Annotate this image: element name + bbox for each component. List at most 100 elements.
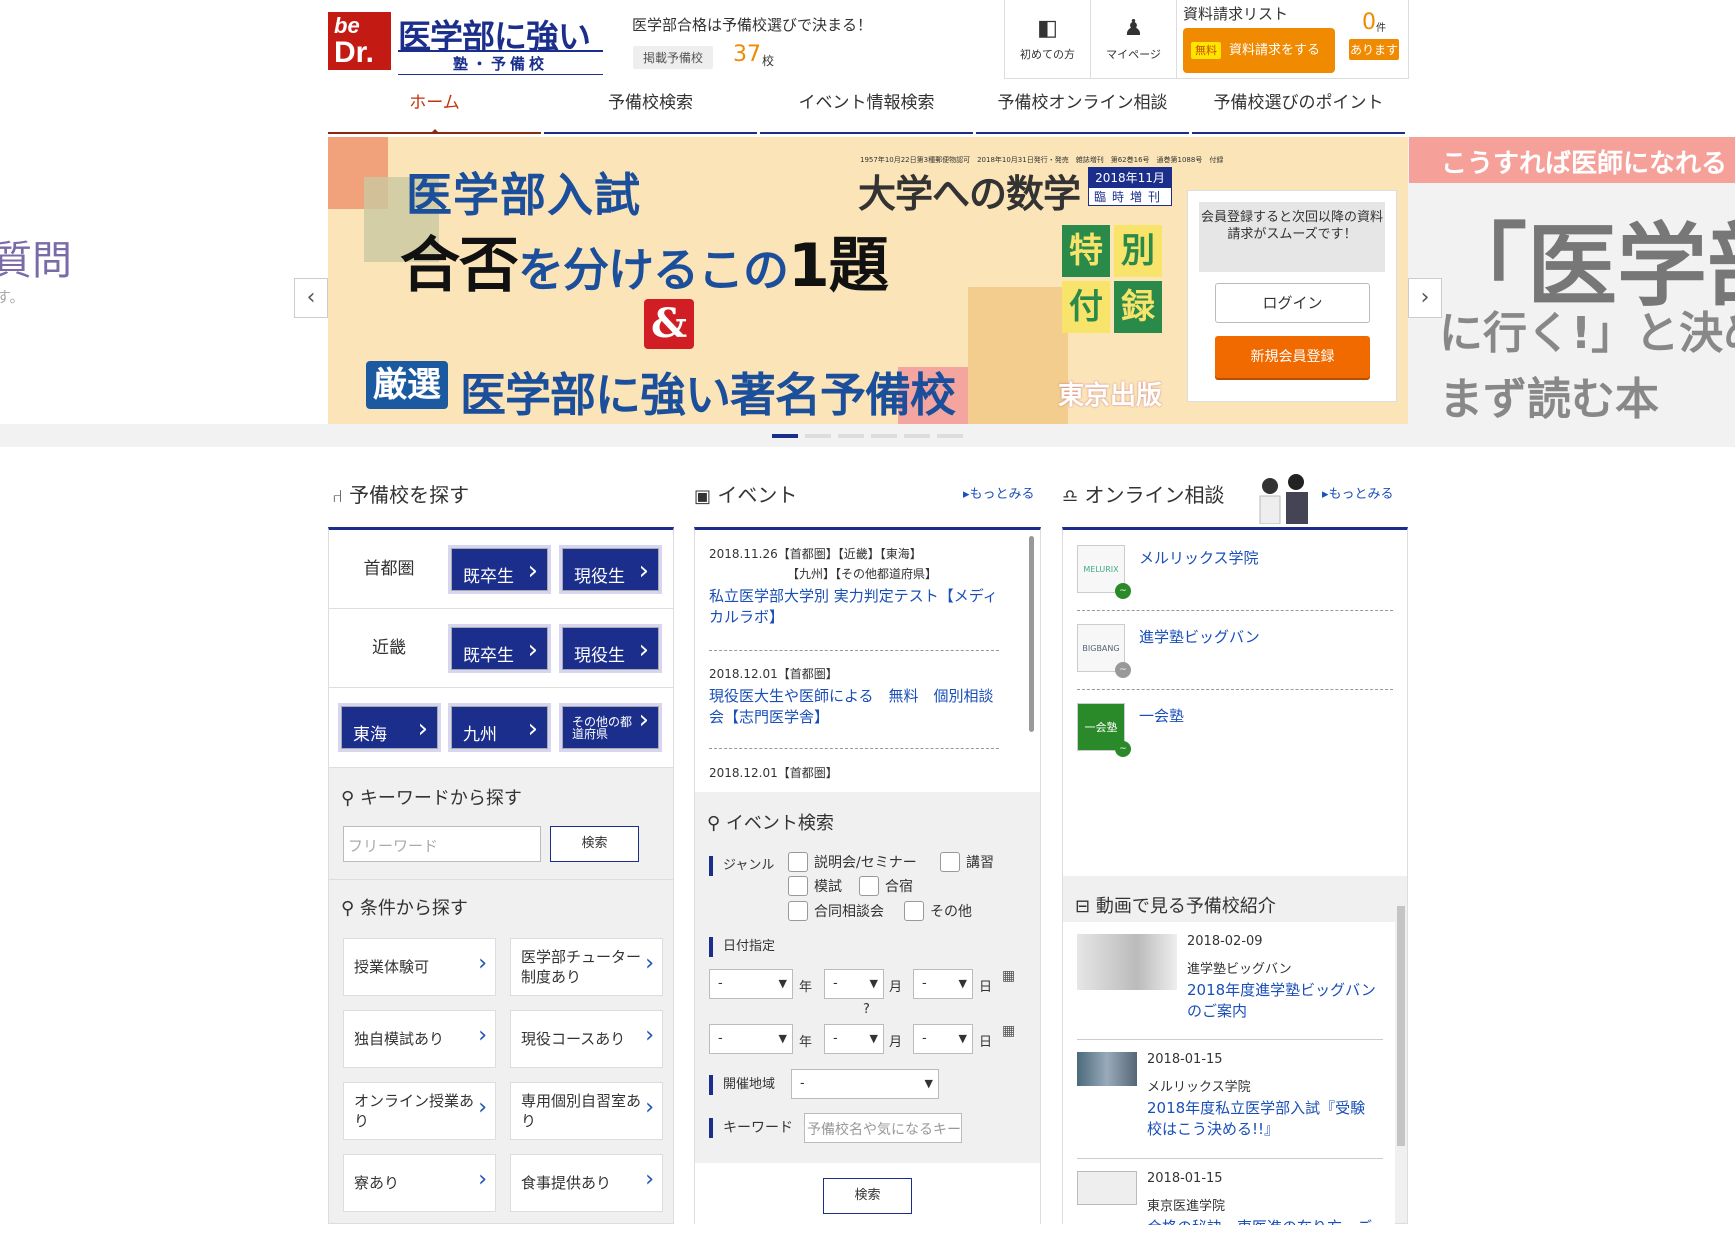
keyword-input[interactable]: フリーワード xyxy=(343,826,541,862)
condition-search-heading: ⚲ 条件から探す xyxy=(341,898,468,919)
day-unit: 日 xyxy=(979,1035,993,1050)
video-scrollbar[interactable] xyxy=(1395,892,1405,1212)
genre-camp-checkbox[interactable]: 合宿 xyxy=(859,876,913,896)
scrollbar-thumb[interactable] xyxy=(1397,906,1405,1146)
nav-school-search[interactable]: 予備校検索 xyxy=(544,84,757,134)
event-search-button[interactable]: 検索 xyxy=(823,1178,912,1214)
event-item[interactable]: 2018.12.01【首都圏】 xyxy=(709,763,999,783)
video-item[interactable]: 2018-02-09 進学塾ビッグバン 2018年度進学塾ビッグバンのご案内 xyxy=(1077,934,1383,1040)
request-count-number: 0 xyxy=(1362,10,1376,35)
mypage-button[interactable]: ♟ マイページ xyxy=(1091,0,1177,79)
video-list: 2018-02-09 進学塾ビッグバン 2018年度進学塾ビッグバンのご案内 2… xyxy=(1063,922,1395,1225)
event-title[interactable]: 私立医学部大学別 実力判定テスト【メディカルラボ】 xyxy=(709,586,999,628)
genre-course-checkbox[interactable]: 講習 xyxy=(940,852,994,872)
video-item[interactable]: 2018-01-15 メルリックス学院 2018年度私立医学部入試『受験校はこう… xyxy=(1077,1052,1383,1159)
carousel-dot[interactable] xyxy=(871,434,897,438)
video-title[interactable]: 2018年度私立医学部入試『受験校はこう決める!!』 xyxy=(1147,1098,1377,1140)
school-count-unit: 校 xyxy=(762,54,775,68)
nav-online-consult[interactable]: 予備校オンライン相談 xyxy=(976,84,1189,134)
online-heading: ♎ オンライン相談 xyxy=(1062,479,1225,508)
event-meta: 2018.12.01【首都圏】 xyxy=(709,766,838,780)
event-item[interactable]: 2018.11.26【首都圏】【近畿】【東海】 【九州】【その他都道府県】 私立… xyxy=(709,544,999,628)
staff-illustration xyxy=(1259,474,1308,525)
banner-headline-2: 合否を分けるこの1題 xyxy=(400,231,889,301)
consult-list: MELURIX ~ メルリックス学院 BIGBANG ~ 進学塾ビッグバン 一会… xyxy=(1063,530,1407,876)
carousel-dot[interactable] xyxy=(838,434,864,438)
hero-next-slide[interactable]: こうすれば医師になれる 「医学部 に行く!」と決め まず読む本 xyxy=(1409,137,1735,424)
genre-seminar-checkbox[interactable]: 説明会/セミナー xyxy=(788,852,917,872)
condition-current-course[interactable]: 現役コースあり xyxy=(510,1010,663,1068)
keyword-search-button[interactable]: 検索 xyxy=(550,826,639,862)
region-other-button[interactable]: その他の都道府県 xyxy=(559,703,662,752)
condition-tutor[interactable]: 医学部チューター制度あり xyxy=(510,938,663,996)
next-slide-text-2: に行く!」と決め xyxy=(1439,308,1735,359)
region-kyushu-button[interactable]: 九州 xyxy=(448,703,551,752)
carousel-next-button[interactable]: › xyxy=(1408,278,1442,318)
consult-item[interactable]: 一会塾 ~ 一会塾 xyxy=(1077,690,1393,769)
online-more-link[interactable]: ▸もっとみる xyxy=(1322,483,1394,502)
carousel-dot[interactable] xyxy=(904,434,930,438)
genre-mock-checkbox[interactable]: 模試 xyxy=(788,876,842,896)
region-name: 近畿 xyxy=(372,638,406,658)
genre-fair-checkbox[interactable]: 合同相談会 xyxy=(788,901,884,921)
carousel-dot[interactable] xyxy=(772,434,798,438)
carousel-dot[interactable] xyxy=(937,434,963,438)
carousel-prev-button[interactable]: ‹ xyxy=(294,278,328,318)
request-button[interactable]: 無料 資料請求をする xyxy=(1183,28,1335,73)
area-select[interactable]: - xyxy=(791,1069,939,1099)
condition-online-class[interactable]: オンライン授業あり xyxy=(343,1082,496,1140)
carousel-dot[interactable] xyxy=(805,434,831,438)
video-thumbnail[interactable] xyxy=(1077,1052,1137,1086)
genre-other-checkbox[interactable]: その他 xyxy=(904,901,972,921)
to-year-select[interactable]: - xyxy=(709,1024,793,1054)
video-date: 2018-02-09 xyxy=(1187,934,1263,949)
calendar-icon[interactable]: ▦ xyxy=(1002,1023,1015,1039)
region-tokai-button[interactable]: 東海 xyxy=(338,703,441,752)
main-nav: ホーム 予備校検索 イベント情報検索 予備校オンライン相談 予備校選びのポイント xyxy=(328,84,1408,134)
school-name[interactable]: 進学塾ビッグバン xyxy=(1139,626,1260,647)
video-title[interactable]: 合格の秘訣 東医進の在り方 ご xyxy=(1147,1217,1377,1225)
to-day-select[interactable]: - xyxy=(913,1024,973,1054)
from-month-select[interactable]: - xyxy=(824,969,884,999)
video-thumbnail[interactable] xyxy=(1077,934,1177,990)
event-title[interactable]: 現役医大生や医師による 無料 個別相談会【志門医学舎】 xyxy=(709,686,999,728)
to-month-select[interactable]: - xyxy=(824,1024,884,1054)
condition-trial-class[interactable]: 授業体験可 xyxy=(343,938,496,996)
request-count-note: あります xyxy=(1349,39,1399,60)
event-keyword-input[interactable]: 予備校名や気になるキーワード xyxy=(804,1113,962,1143)
from-day-select[interactable]: - xyxy=(913,969,973,999)
video-title[interactable]: 2018年度進学塾ビッグバンのご案内 xyxy=(1187,980,1383,1022)
condition-meals[interactable]: 食事提供あり xyxy=(510,1154,663,1212)
consult-item[interactable]: BIGBANG ~ 進学塾ビッグバン xyxy=(1077,611,1393,690)
site-logo[interactable]: be Dr. 医学部に強い 塾・予備校 xyxy=(328,12,608,75)
consult-item[interactable]: MELURIX ~ メルリックス学院 xyxy=(1077,532,1393,611)
video-thumbnail[interactable] xyxy=(1077,1171,1137,1205)
region-graduate-button[interactable]: 既卒生 xyxy=(448,624,551,673)
nav-event-search[interactable]: イベント情報検索 xyxy=(760,84,973,134)
school-count: 37 xyxy=(733,42,761,67)
video-item[interactable]: 2018-01-15 東京医進学院 合格の秘訣 東医進の在り方 ご xyxy=(1077,1171,1383,1225)
login-button[interactable]: ログイン xyxy=(1215,283,1370,323)
request-count[interactable]: 0件 あります xyxy=(1349,10,1399,60)
region-current-button[interactable]: 現役生 xyxy=(559,624,662,673)
first-visit-button[interactable]: ◧ 初めての方 xyxy=(1005,0,1091,79)
region-current-button[interactable]: 現役生 xyxy=(559,545,662,594)
user-icon: ♟ xyxy=(1123,16,1144,41)
calendar-icon[interactable]: ▦ xyxy=(1002,968,1015,984)
from-year-select[interactable]: - xyxy=(709,969,793,999)
event-more-link[interactable]: ▸もっとみる xyxy=(963,483,1035,502)
nav-points[interactable]: 予備校選びのポイント xyxy=(1192,84,1405,134)
event-item[interactable]: 2018.12.01【首都圏】 現役医大生や医師による 無料 個別相談会【志門医… xyxy=(709,664,999,728)
event-scrollbar[interactable] xyxy=(1029,536,1034,732)
condition-dormitory[interactable]: 寮あり xyxy=(343,1154,496,1212)
banner-headline-1: 医学部入試 xyxy=(406,168,641,222)
region-row: 東海 九州 その他の都道府県 xyxy=(329,688,673,768)
region-graduate-button[interactable]: 既卒生 xyxy=(448,545,551,594)
condition-mock-exam[interactable]: 独自模試あり xyxy=(343,1010,496,1068)
condition-study-room[interactable]: 専用個別自習室あり xyxy=(510,1082,663,1140)
signup-button[interactable]: 新規会員登録 xyxy=(1215,336,1370,378)
school-name[interactable]: 一会塾 xyxy=(1139,705,1184,726)
headset-icon: ♎ xyxy=(1062,486,1079,507)
school-name[interactable]: メルリックス学院 xyxy=(1139,547,1259,568)
nav-home[interactable]: ホーム xyxy=(328,84,541,134)
